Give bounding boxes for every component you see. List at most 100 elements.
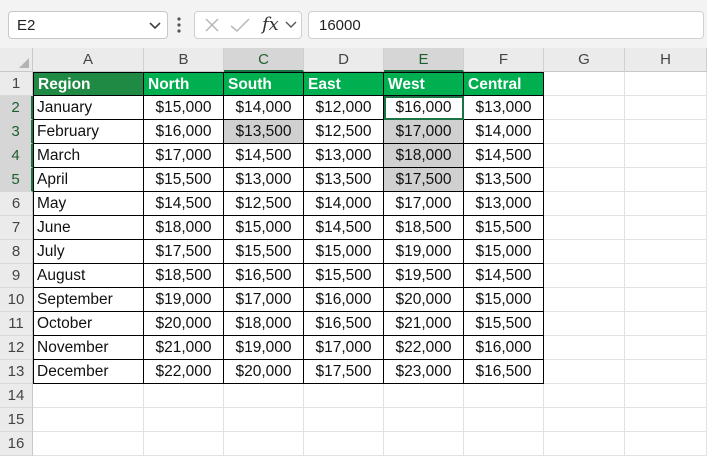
table-cell[interactable]: $18,000 — [224, 312, 304, 336]
empty-cell[interactable] — [384, 432, 464, 456]
table-cell[interactable]: $15,500 — [464, 216, 544, 240]
empty-cell[interactable] — [625, 264, 707, 288]
row-label-cell[interactable]: February — [33, 120, 144, 144]
empty-cell[interactable] — [544, 288, 625, 312]
row-header-13[interactable]: 13 — [0, 360, 33, 384]
table-cell[interactable]: $20,000 — [144, 312, 224, 336]
table-cell[interactable]: $15,000 — [224, 216, 304, 240]
row-header-14[interactable]: 14 — [0, 384, 33, 408]
table-cell[interactable]: $12,000 — [304, 96, 384, 120]
table-cell[interactable]: $13,500 — [464, 168, 544, 192]
table-cell[interactable]: $15,000 — [144, 96, 224, 120]
table-cell[interactable]: $13,000 — [224, 168, 304, 192]
row-label-cell[interactable]: April — [33, 168, 144, 192]
table-header-cell[interactable]: Region — [33, 72, 144, 96]
empty-cell[interactable] — [544, 240, 625, 264]
table-cell[interactable]: $17,000 — [304, 336, 384, 360]
empty-cell[interactable] — [625, 168, 707, 192]
table-cell[interactable]: $13,000 — [304, 144, 384, 168]
table-cell[interactable]: $16,500 — [304, 312, 384, 336]
row-label-cell[interactable]: January — [33, 96, 144, 120]
table-cell[interactable]: $15,500 — [304, 264, 384, 288]
table-header-cell[interactable]: South — [224, 72, 304, 96]
empty-cell[interactable] — [224, 408, 304, 432]
table-cell[interactable]: $16,000 — [384, 96, 464, 120]
table-cell[interactable]: $23,000 — [384, 360, 464, 384]
row-label-cell[interactable]: October — [33, 312, 144, 336]
table-cell[interactable]: $13,500 — [304, 168, 384, 192]
row-header-1[interactable]: 1 — [0, 72, 33, 96]
table-cell[interactable]: $16,500 — [464, 360, 544, 384]
column-header-f[interactable]: F — [464, 48, 544, 72]
empty-cell[interactable] — [33, 408, 144, 432]
table-cell[interactable]: $13,000 — [464, 192, 544, 216]
table-cell[interactable]: $16,000 — [304, 288, 384, 312]
table-cell[interactable]: $22,000 — [144, 360, 224, 384]
empty-cell[interactable] — [464, 432, 544, 456]
row-label-cell[interactable]: August — [33, 264, 144, 288]
row-header-15[interactable]: 15 — [0, 408, 33, 432]
row-header-7[interactable]: 7 — [0, 216, 33, 240]
row-header-10[interactable]: 10 — [0, 288, 33, 312]
table-cell[interactable]: $20,000 — [224, 360, 304, 384]
empty-cell[interactable] — [625, 192, 707, 216]
table-cell[interactable]: $15,000 — [464, 240, 544, 264]
empty-cell[interactable] — [544, 336, 625, 360]
table-header-cell[interactable]: North — [144, 72, 224, 96]
empty-cell[interactable] — [625, 120, 707, 144]
formula-input[interactable]: 16000 — [308, 11, 704, 39]
table-cell[interactable]: $17,500 — [304, 360, 384, 384]
empty-cell[interactable] — [544, 264, 625, 288]
row-label-cell[interactable]: March — [33, 144, 144, 168]
row-header-11[interactable]: 11 — [0, 312, 33, 336]
row-header-4[interactable]: 4 — [0, 144, 33, 168]
table-cell[interactable]: $17,000 — [384, 120, 464, 144]
empty-cell[interactable] — [544, 408, 625, 432]
empty-cell[interactable] — [544, 216, 625, 240]
row-header-12[interactable]: 12 — [0, 336, 33, 360]
table-cell[interactable]: $12,500 — [224, 192, 304, 216]
row-label-cell[interactable]: July — [33, 240, 144, 264]
table-cell[interactable]: $19,000 — [384, 240, 464, 264]
table-cell[interactable]: $13,500 — [224, 120, 304, 144]
empty-cell[interactable] — [625, 240, 707, 264]
column-header-c[interactable]: C — [224, 48, 304, 72]
table-cell[interactable]: $17,500 — [144, 240, 224, 264]
empty-cell[interactable] — [464, 384, 544, 408]
chevron-down-icon[interactable] — [148, 17, 162, 33]
column-header-g[interactable]: G — [544, 48, 625, 72]
empty-cell[interactable] — [544, 312, 625, 336]
empty-cell[interactable] — [304, 384, 384, 408]
table-cell[interactable]: $16,000 — [464, 336, 544, 360]
row-header-5[interactable]: 5 — [0, 168, 33, 192]
table-cell[interactable]: $17,000 — [224, 288, 304, 312]
more-options-icon[interactable] — [176, 14, 182, 36]
table-cell[interactable]: $15,500 — [464, 312, 544, 336]
empty-cell[interactable] — [384, 384, 464, 408]
empty-cell[interactable] — [625, 336, 707, 360]
table-cell[interactable]: $14,000 — [304, 192, 384, 216]
table-cell[interactable]: $14,500 — [464, 264, 544, 288]
insert-function-icon[interactable]: fx — [262, 14, 279, 35]
empty-cell[interactable] — [544, 168, 625, 192]
table-cell[interactable]: $19,000 — [144, 288, 224, 312]
row-header-16[interactable]: 16 — [0, 432, 33, 456]
table-cell[interactable]: $21,000 — [144, 336, 224, 360]
confirm-icon[interactable] — [229, 16, 251, 34]
empty-cell[interactable] — [304, 432, 384, 456]
empty-cell[interactable] — [144, 432, 224, 456]
name-box[interactable]: E2 — [8, 11, 168, 39]
table-cell[interactable]: $18,000 — [144, 216, 224, 240]
table-cell[interactable]: $16,000 — [144, 120, 224, 144]
column-header-d[interactable]: D — [304, 48, 384, 72]
empty-cell[interactable] — [625, 96, 707, 120]
cancel-icon[interactable] — [203, 16, 221, 34]
empty-cell[interactable] — [544, 384, 625, 408]
empty-cell[interactable] — [144, 408, 224, 432]
empty-cell[interactable] — [544, 432, 625, 456]
table-cell[interactable]: $14,000 — [464, 120, 544, 144]
table-cell[interactable]: $15,500 — [144, 168, 224, 192]
table-cell[interactable]: $16,500 — [224, 264, 304, 288]
empty-cell[interactable] — [625, 288, 707, 312]
row-header-3[interactable]: 3 — [0, 120, 33, 144]
